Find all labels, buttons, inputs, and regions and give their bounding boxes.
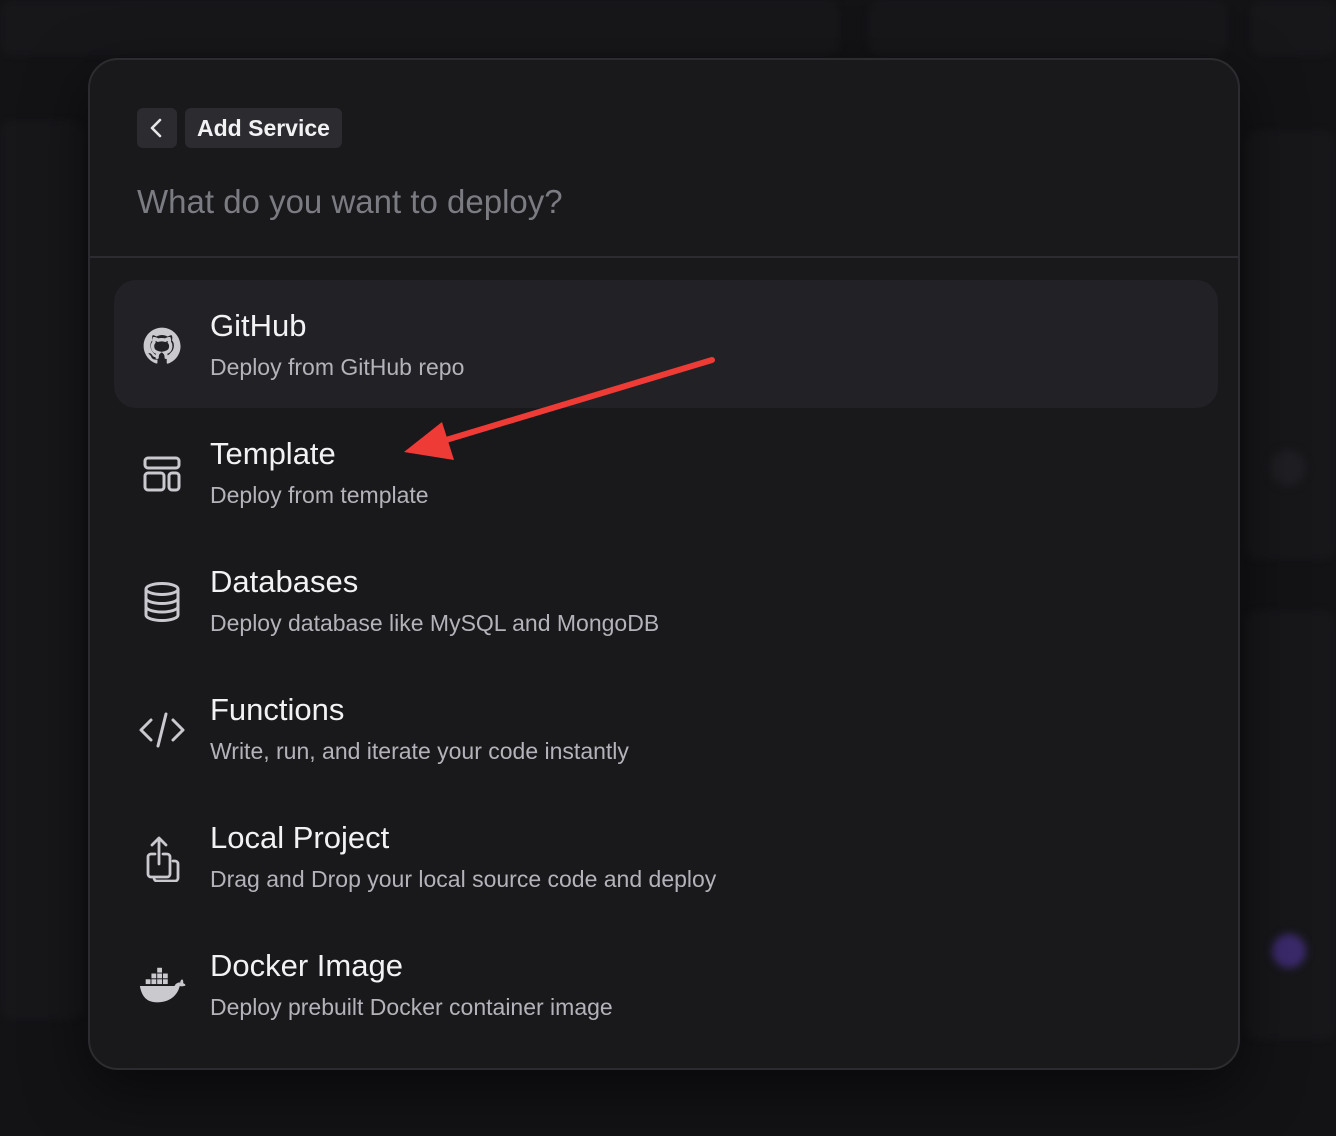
option-title: Databases <box>210 564 359 599</box>
back-button[interactable] <box>137 108 177 148</box>
option-title: GitHub <box>210 308 307 343</box>
option-github[interactable]: GitHub Deploy from GitHub repo <box>114 280 1218 408</box>
docker-icon <box>138 962 186 1010</box>
option-title: Functions <box>210 692 345 727</box>
service-option-list: GitHub Deploy from GitHub repo Template … <box>114 280 1218 1048</box>
template-icon <box>138 450 186 498</box>
background-dot <box>1272 934 1306 968</box>
background-panel <box>1245 130 1336 560</box>
github-icon <box>138 322 186 370</box>
database-icon <box>138 578 186 626</box>
option-databases[interactable]: Databases Deploy database like MySQL and… <box>114 536 1218 664</box>
background-panel <box>868 0 1228 56</box>
code-icon <box>138 706 186 754</box>
background-panel <box>0 120 84 1020</box>
option-description: Deploy prebuilt Docker container image <box>210 994 613 1020</box>
option-local-project[interactable]: Local Project Drag and Drop your local s… <box>114 792 1218 920</box>
option-description: Drag and Drop your local source code and… <box>210 866 717 892</box>
option-description: Deploy database like MySQL and MongoDB <box>210 610 660 636</box>
chevron-left-icon <box>150 118 162 138</box>
background-panel <box>1245 610 1336 1040</box>
option-title: Template <box>210 436 336 471</box>
background-panel <box>0 0 840 56</box>
option-functions[interactable]: Functions Write, run, and iterate your c… <box>114 664 1218 792</box>
upload-icon <box>138 834 186 882</box>
option-description: Deploy from GitHub repo <box>210 354 465 380</box>
dialog-header: Add Service <box>90 60 1238 258</box>
search-input[interactable] <box>137 178 1177 226</box>
option-description: Deploy from template <box>210 482 429 508</box>
dialog-title: Add Service <box>185 108 342 148</box>
option-description: Write, run, and iterate your code instan… <box>210 738 629 764</box>
background-dot <box>1270 450 1306 486</box>
add-service-dialog: Add Service GitHub Deploy from GitHub re… <box>88 58 1240 1070</box>
option-template[interactable]: Template Deploy from template <box>114 408 1218 536</box>
option-title: Docker Image <box>210 948 403 983</box>
option-title: Local Project <box>210 820 390 855</box>
background-panel <box>1250 0 1336 56</box>
option-docker-image[interactable]: Docker Image Deploy prebuilt Docker cont… <box>114 920 1218 1048</box>
